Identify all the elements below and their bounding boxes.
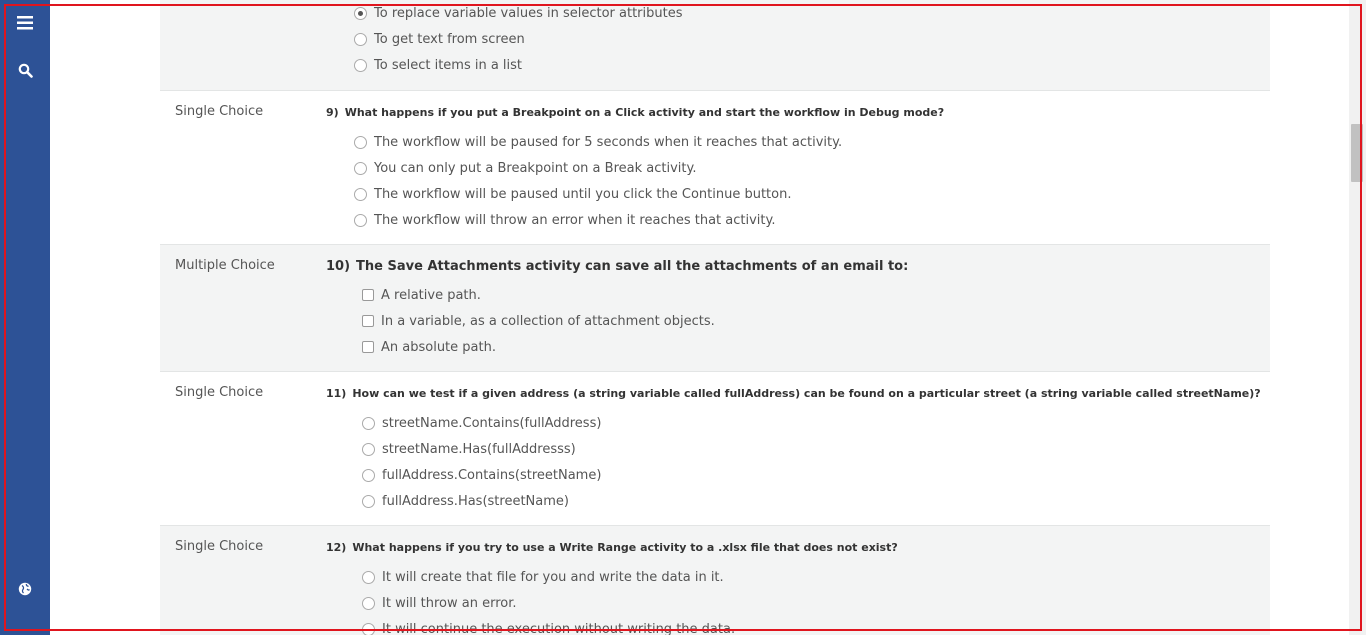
radio-button[interactable]: [362, 494, 375, 508]
radio-button[interactable]: [362, 570, 375, 584]
question-9: Single Choice 9) What happens if you put…: [160, 90, 1270, 244]
option-label: It will continue the execution without w…: [382, 621, 736, 635]
question-heading: 11) How can we test if a given address (…: [326, 387, 1261, 400]
question-type: Multiple Choice: [175, 258, 275, 273]
radio-button[interactable]: [354, 187, 367, 201]
option-label: The workflow will be paused for 5 second…: [374, 134, 843, 150]
radio-button[interactable]: [362, 416, 375, 430]
question-text: What happens if you try to use a Write R…: [352, 541, 898, 554]
radio-button[interactable]: [362, 596, 375, 610]
search-icon[interactable]: [0, 56, 50, 84]
question-type: Single Choice: [175, 385, 264, 400]
option-label: To select items in a list: [374, 57, 523, 73]
checkbox[interactable]: [362, 315, 374, 327]
option-label: An absolute path.: [381, 339, 496, 355]
option-radio[interactable]: fullAddress.Has(streetName): [362, 492, 569, 510]
option-label: In a variable, as a collection of attach…: [381, 313, 715, 329]
option-label: A relative path.: [381, 287, 481, 303]
checkbox[interactable]: [362, 341, 374, 353]
option-checkbox[interactable]: A relative path.: [362, 286, 481, 304]
menu-icon[interactable]: [0, 9, 50, 37]
question-text: What happens if you put a Breakpoint on …: [344, 106, 945, 119]
option-checkbox[interactable]: An absolute path.: [362, 338, 496, 356]
scrollbar-track[interactable]: [1349, 0, 1366, 635]
question-number: 10): [326, 259, 351, 274]
option-label: You can only put a Breakpoint on a Break…: [374, 160, 697, 176]
radio-button[interactable]: [354, 213, 367, 227]
question-number: 9): [326, 106, 339, 119]
radio-button[interactable]: [362, 622, 375, 635]
option-radio[interactable]: The workflow will be paused until you cl…: [354, 185, 791, 203]
checkbox[interactable]: [362, 289, 374, 301]
option-label: The workflow will throw an error when it…: [374, 212, 776, 228]
option-label: streetName.Contains(fullAddress): [382, 415, 602, 431]
option-radio[interactable]: You can only put a Breakpoint on a Break…: [354, 159, 696, 177]
scrollbar-thumb[interactable]: [1351, 124, 1363, 182]
radio-button[interactable]: [354, 161, 367, 175]
option-label: To replace variable values in selector a…: [374, 5, 683, 21]
question-number: 12): [326, 541, 347, 554]
option-radio[interactable]: To get text from screen: [354, 30, 525, 48]
question-type: Single Choice: [175, 104, 264, 119]
option-radio[interactable]: The workflow will throw an error when it…: [354, 211, 775, 229]
option-radio[interactable]: streetName.Has(fullAddresss): [362, 440, 576, 458]
question-10: Multiple Choice 10) The Save Attachments…: [160, 244, 1270, 371]
quiz-content: To replace variable values in selector a…: [50, 0, 1349, 635]
question-number: 11): [326, 387, 347, 400]
option-radio[interactable]: To replace variable values in selector a…: [354, 4, 683, 22]
question-12: Single Choice 12) What happens if you tr…: [160, 525, 1270, 635]
option-radio[interactable]: The workflow will be paused for 5 second…: [354, 133, 842, 151]
option-radio[interactable]: To select items in a list: [354, 56, 522, 74]
option-radio[interactable]: It will continue the execution without w…: [362, 620, 735, 635]
question-heading: 12) What happens if you try to use a Wri…: [326, 541, 898, 554]
option-label: The workflow will be paused until you cl…: [374, 186, 792, 202]
radio-button[interactable]: [354, 32, 367, 46]
question-heading: 10) The Save Attachments activity can sa…: [326, 259, 908, 274]
question-type: Single Choice: [175, 539, 264, 554]
globe-icon[interactable]: [0, 575, 50, 603]
option-radio[interactable]: It will throw an error.: [362, 594, 517, 612]
question-8: To replace variable values in selector a…: [160, 0, 1270, 90]
option-label: fullAddress.Contains(streetName): [382, 467, 602, 483]
radio-button[interactable]: [362, 442, 375, 456]
option-label: streetName.Has(fullAddresss): [382, 441, 576, 457]
question-11: Single Choice 11) How can we test if a g…: [160, 371, 1270, 525]
option-label: To get text from screen: [374, 31, 525, 47]
option-radio[interactable]: It will create that file for you and wri…: [362, 568, 724, 586]
radio-button[interactable]: [354, 135, 367, 149]
question-text: How can we test if a given address (a st…: [352, 387, 1261, 400]
option-radio[interactable]: fullAddress.Contains(streetName): [362, 466, 601, 484]
option-label: fullAddress.Has(streetName): [382, 493, 569, 509]
option-label: It will create that file for you and wri…: [382, 569, 724, 585]
radio-button[interactable]: [354, 58, 367, 72]
option-label: It will throw an error.: [382, 595, 517, 611]
radio-button-selected[interactable]: [354, 6, 367, 20]
question-text: The Save Attachments activity can save a…: [356, 259, 909, 274]
question-heading: 9) What happens if you put a Breakpoint …: [326, 106, 944, 119]
sidebar: [0, 0, 50, 635]
radio-button[interactable]: [362, 468, 375, 482]
option-checkbox[interactable]: In a variable, as a collection of attach…: [362, 312, 715, 330]
option-radio[interactable]: streetName.Contains(fullAddress): [362, 414, 601, 432]
